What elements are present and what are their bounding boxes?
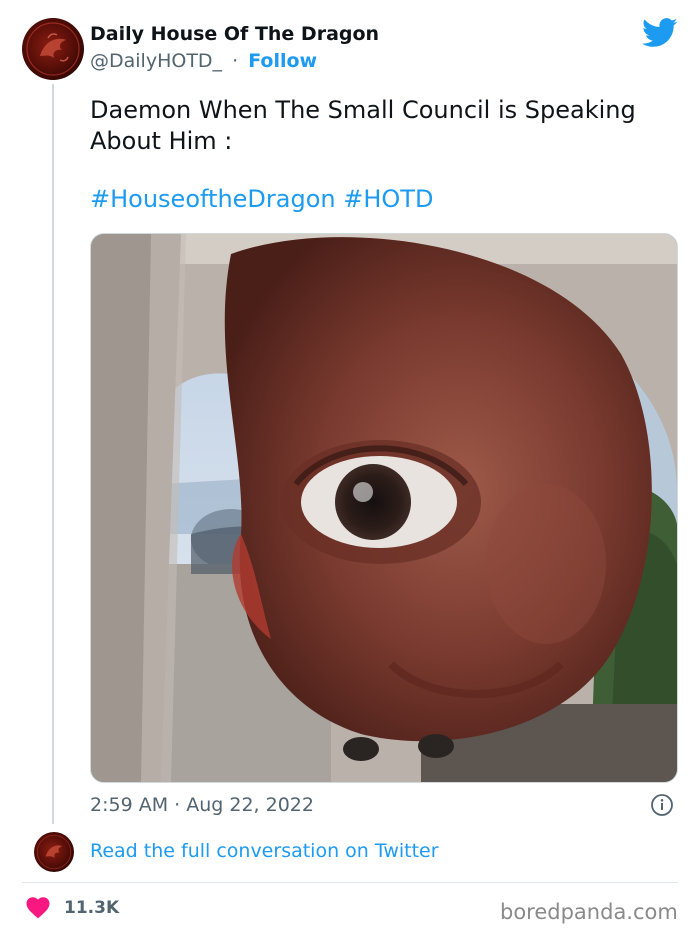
info-icon[interactable] bbox=[650, 793, 674, 817]
follow-button[interactable]: Follow bbox=[248, 50, 317, 72]
author-handle[interactable]: @DailyHOTD_ bbox=[90, 50, 222, 72]
author-avatar-small[interactable] bbox=[34, 832, 74, 872]
tweet-timestamp[interactable]: 2:59 AM · Aug 22, 2022 bbox=[90, 794, 314, 816]
hashtag-row: #HouseoftheDragon #HOTD bbox=[90, 185, 433, 213]
hashtag-link[interactable]: #HOTD bbox=[343, 185, 433, 213]
author-name[interactable]: Daily House Of The Dragon bbox=[90, 23, 379, 45]
tweet-text: Daemon When The Small Council is Speakin… bbox=[90, 96, 636, 155]
dragon-sigil-icon bbox=[22, 18, 84, 80]
divider bbox=[22, 882, 678, 883]
dragon-sigil-icon bbox=[34, 832, 74, 872]
hashtag-link[interactable]: #HouseoftheDragon bbox=[90, 185, 336, 213]
separator-dot: · bbox=[232, 50, 239, 72]
author-avatar[interactable] bbox=[22, 18, 84, 80]
handle-row: @DailyHOTD_ · Follow bbox=[90, 50, 317, 72]
like-count[interactable]: 11.3K bbox=[64, 898, 119, 918]
read-full-conversation-link[interactable]: Read the full conversation on Twitter bbox=[90, 840, 439, 862]
twitter-bird-icon[interactable] bbox=[642, 18, 678, 48]
heart-icon[interactable] bbox=[26, 897, 50, 919]
thread-line bbox=[52, 84, 54, 824]
watermark: boredpanda.com bbox=[500, 900, 678, 924]
tweet-media-image[interactable] bbox=[90, 233, 678, 783]
